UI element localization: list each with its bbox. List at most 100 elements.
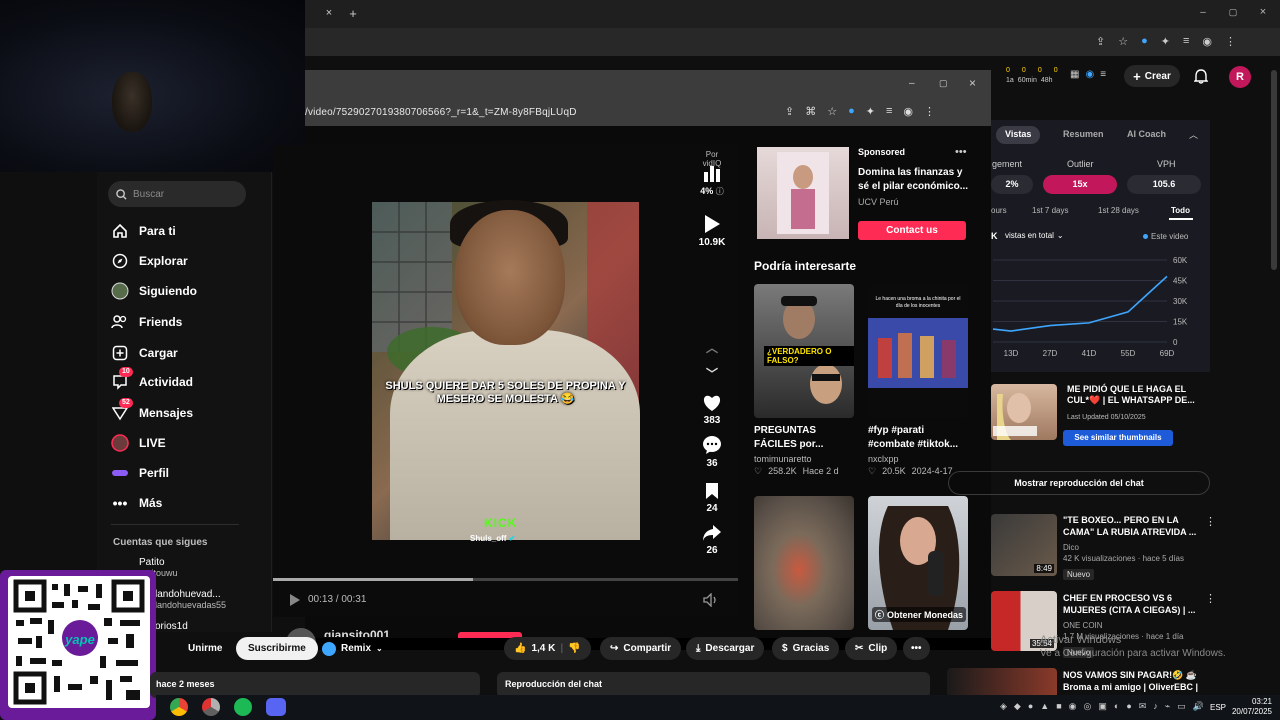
sidebar-video-info[interactable]: "TE BOXEO... PERO EN LA CAMA" LA RUBIA A…: [1063, 514, 1208, 582]
sidebar-video-thumbnail[interactable]: [947, 668, 1057, 695]
uploader-name[interactable]: giansito001: [324, 629, 390, 637]
comment-button[interactable]: 36: [698, 434, 726, 469]
extensions-icon[interactable]: ✦: [1161, 35, 1170, 49]
thumbs-down-icon[interactable]: 👎: [568, 643, 580, 654]
input-language[interactable]: ESP: [1210, 703, 1226, 712]
profile-icon[interactable]: ◉: [1202, 35, 1212, 49]
show-chat-replay-button[interactable]: Mostrar reproducción del chat: [948, 471, 1210, 495]
close-icon[interactable]: ×: [969, 76, 976, 90]
recommendation-card[interactable]: Le hacen una broma a la chinita por el d…: [868, 284, 968, 477]
recommendation-user[interactable]: nxclxpp: [868, 454, 968, 464]
recommendation-thumbnail[interactable]: ¿VERDADERO O FALSO?: [754, 284, 854, 418]
subscribe-button[interactable]: Suscribirme: [236, 637, 318, 660]
range-option[interactable]: 1st 28 days: [1098, 206, 1139, 215]
notifications-bell-icon[interactable]: [1193, 68, 1209, 84]
vidiq-extension-icon[interactable]: ●: [1141, 35, 1148, 49]
metric-filter-select[interactable]: vistas en total ⌄: [1005, 231, 1064, 240]
tray-icon[interactable]: ▣: [1098, 701, 1107, 712]
previous-video-button[interactable]: ︿: [698, 336, 726, 358]
menu-icon[interactable]: ≡: [1100, 69, 1106, 80]
tray-icon[interactable]: ●: [1126, 701, 1131, 712]
ad-title[interactable]: Domina las finanzas y sé el pilar económ…: [858, 166, 970, 194]
taskbar-clock[interactable]: 03:21 20/07/2025: [1232, 697, 1272, 717]
media-control-icon[interactable]: ≡: [886, 105, 892, 118]
account-avatar[interactable]: R: [1229, 66, 1251, 88]
recommendation-thumbnail[interactable]: Le hacen una broma a la chinita por el d…: [868, 284, 968, 418]
profile-icon[interactable]: ◉: [903, 105, 913, 118]
nav-live[interactable]: LIVE: [111, 434, 166, 452]
more-actions-button[interactable]: •••: [903, 637, 930, 660]
recommendation-card[interactable]: ¿VERDADERO O FALSO? PREGUNTAS FÁCILES po…: [754, 284, 854, 477]
chrome-dev-icon[interactable]: [202, 698, 220, 716]
grid-icon[interactable]: ▦: [1070, 69, 1079, 80]
tray-icon[interactable]: ◎: [1084, 701, 1092, 712]
chevron-up-icon[interactable]: ︿: [1189, 128, 1198, 141]
following-account[interactable]: landohuevad... landohuevadas55: [155, 589, 226, 611]
recommendation-thumbnail[interactable]: [754, 496, 854, 630]
ad-brand[interactable]: UCV Perú: [858, 197, 899, 207]
nav-mas[interactable]: ••• Más: [111, 494, 163, 512]
install-icon[interactable]: ⇪: [785, 105, 794, 118]
close-tab-icon[interactable]: ×: [323, 7, 335, 19]
nav-friends[interactable]: Friends: [111, 313, 182, 331]
bookmark-star-icon[interactable]: ☆: [1118, 35, 1128, 49]
window-close-icon[interactable]: ×: [1258, 6, 1268, 18]
recommendation-user[interactable]: tomimunaretto: [754, 454, 854, 464]
nav-perfil[interactable]: Perfil: [111, 464, 169, 482]
vidiq-icon[interactable]: ◉: [1085, 69, 1094, 80]
tray-icon[interactable]: ●: [1028, 701, 1033, 712]
new-tab-icon[interactable]: +: [347, 6, 359, 21]
more-options-icon[interactable]: •••: [955, 146, 967, 158]
tray-icon[interactable]: ▭: [1177, 701, 1186, 712]
play-icon[interactable]: [288, 593, 302, 607]
tray-icon[interactable]: ■: [1056, 701, 1061, 712]
search-box[interactable]: Buscar: [108, 181, 246, 207]
following-account[interactable]: orios1d: [155, 621, 188, 632]
menu-dots-icon[interactable]: ⋮: [924, 105, 935, 118]
sidebar-video-thumbnail[interactable]: 8:49: [991, 514, 1057, 576]
tray-icon[interactable]: ✉: [1139, 701, 1147, 712]
share-button[interactable]: 26: [698, 522, 726, 556]
tab-vistas[interactable]: Vistas: [996, 126, 1041, 144]
ad-contact-button[interactable]: Contact us: [858, 221, 966, 240]
clip-button[interactable]: ✂ Clip: [845, 637, 898, 660]
scrollbar[interactable]: [1271, 70, 1277, 270]
see-similar-button[interactable]: See similar thumbnails: [1063, 430, 1173, 446]
nav-explorar[interactable]: Explorar: [111, 252, 188, 270]
media-control-icon[interactable]: ≡: [1183, 35, 1189, 49]
nav-cargar[interactable]: Cargar: [111, 344, 178, 362]
spotify-icon[interactable]: [234, 698, 252, 716]
tab-ai-coach[interactable]: AI Coach: [1118, 126, 1175, 144]
maximize-icon[interactable]: ▢: [1228, 6, 1238, 18]
tray-icon[interactable]: ⌁: [1165, 701, 1170, 712]
more-options-icon[interactable]: ⋮: [1205, 592, 1216, 605]
tray-icon[interactable]: ♪: [1153, 701, 1158, 712]
share-button[interactable]: ↪ Compartir: [600, 637, 682, 660]
like-button[interactable]: 👍 1,4 K | 👎: [504, 637, 591, 660]
vidiq-extension-icon[interactable]: ●: [848, 105, 855, 118]
next-video-button[interactable]: ﹀: [698, 362, 726, 384]
volume-icon[interactable]: 🔊: [1193, 701, 1204, 712]
extensions-icon[interactable]: ✦: [866, 105, 875, 118]
nav-para-ti[interactable]: Para ti: [111, 222, 176, 240]
translate-icon[interactable]: ⌘: [805, 105, 816, 118]
recommendation-caption[interactable]: #fyp #parati #combate #tiktok...: [868, 424, 968, 452]
more-options-icon[interactable]: ⋮: [1205, 515, 1216, 528]
nav-siguiendo[interactable]: Siguiendo: [111, 282, 197, 300]
range-option[interactable]: 1st 7 days: [1032, 206, 1068, 215]
nav-mensajes[interactable]: 52 Mensajes: [111, 398, 193, 422]
minimize-icon[interactable]: –: [1198, 6, 1208, 18]
like-button[interactable]: 383: [698, 392, 726, 426]
remix-button[interactable]: Remix ⌄: [316, 637, 389, 660]
install-icon[interactable]: ⇪: [1096, 35, 1105, 49]
range-option[interactable]: ours: [991, 206, 1007, 215]
tray-icon[interactable]: ▲: [1040, 701, 1049, 712]
plays-count[interactable]: 10.9K: [698, 213, 726, 248]
menu-dots-icon[interactable]: ⋮: [1225, 35, 1236, 49]
download-button[interactable]: ⤓ Descargar: [686, 637, 765, 660]
nav-actividad[interactable]: 10 Actividad: [111, 367, 193, 391]
thanks-button[interactable]: $ Gracias: [772, 637, 840, 660]
minimize-icon[interactable]: –: [909, 78, 915, 89]
similar-video-title[interactable]: ME PIDIÓ QUE LE HAGA EL CUL*❤️ | EL WHAT…: [1067, 384, 1207, 406]
sidebar-video-info[interactable]: NOS VAMOS SIN PAGAR!🤣 ☕ Broma a mi amigo…: [1063, 669, 1208, 693]
